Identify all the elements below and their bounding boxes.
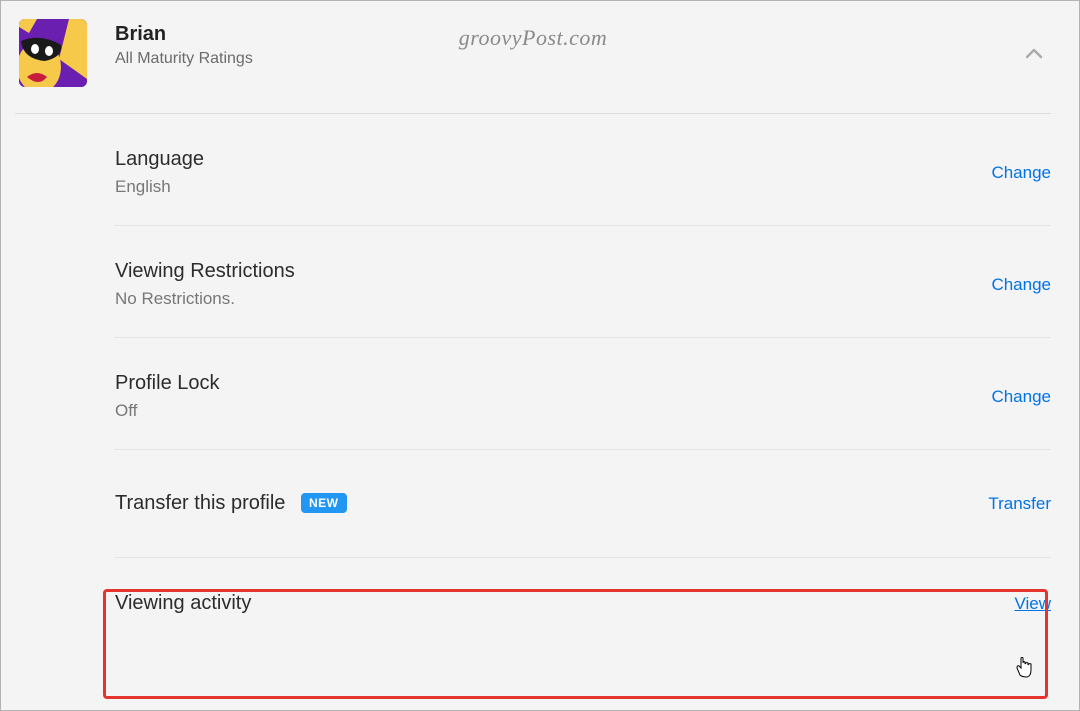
restrictions-change-link[interactable]: Change <box>991 275 1051 295</box>
viewing-activity-view-link[interactable]: View <box>1014 594 1051 614</box>
chevron-up-icon <box>1023 43 1045 65</box>
row-viewing-restrictions: Viewing Restrictions No Restrictions. Ch… <box>115 226 1051 338</box>
profile-lock-title: Profile Lock <box>115 372 220 395</box>
new-badge: NEW <box>301 493 347 513</box>
profile-lock-change-link[interactable]: Change <box>991 387 1051 407</box>
transfer-title: Transfer this profile NEW <box>115 492 347 515</box>
language-change-link[interactable]: Change <box>991 163 1051 183</box>
collapse-toggle[interactable] <box>1023 43 1045 65</box>
profile-maturity: All Maturity Ratings <box>115 50 253 68</box>
transfer-title-text: Transfer this profile <box>115 492 285 514</box>
restrictions-value: No Restrictions. <box>115 289 295 309</box>
viewing-activity-title: Viewing activity <box>115 592 251 615</box>
row-viewing-activity: Viewing activity View <box>115 558 1051 643</box>
transfer-link[interactable]: Transfer <box>988 494 1051 514</box>
row-transfer-profile: Transfer this profile NEW Transfer <box>115 450 1051 558</box>
row-profile-lock: Profile Lock Off Change <box>115 338 1051 450</box>
profile-name: Brian <box>115 23 253 46</box>
settings-list: Language English Change Viewing Restrict… <box>115 114 1051 643</box>
language-value: English <box>115 177 204 197</box>
profile-header: Brian All Maturity Ratings groovyPost.co… <box>15 11 1051 107</box>
restrictions-title: Viewing Restrictions <box>115 260 295 283</box>
cursor-pointer-icon <box>1015 656 1033 683</box>
row-language: Language English Change <box>115 114 1051 226</box>
profile-lock-value: Off <box>115 401 220 421</box>
language-title: Language <box>115 148 204 171</box>
watermark-text: groovyPost.com <box>459 25 608 51</box>
avatar <box>19 19 87 87</box>
